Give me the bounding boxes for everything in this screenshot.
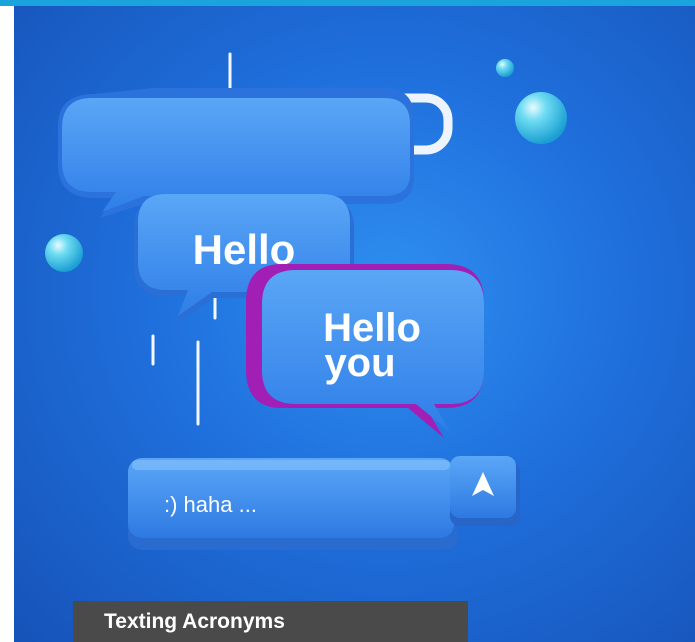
sphere-left	[45, 234, 83, 272]
sphere-small	[496, 59, 514, 77]
hero-illustration: Hello Hello you :) haha ...	[45, 52, 567, 550]
send-button	[450, 456, 520, 526]
left-margin	[0, 6, 14, 642]
bubble-hello-you-line2: you	[324, 341, 395, 385]
hero-image: Hello Hello you :) haha ...	[14, 6, 695, 642]
bubble-hello-you: Hello you	[246, 264, 484, 438]
caption-title: Texting Acronyms	[73, 601, 468, 642]
chat-input-text: :) haha ...	[164, 492, 257, 517]
sphere-right	[515, 92, 567, 144]
chat-input-bar: :) haha ...	[128, 458, 458, 550]
